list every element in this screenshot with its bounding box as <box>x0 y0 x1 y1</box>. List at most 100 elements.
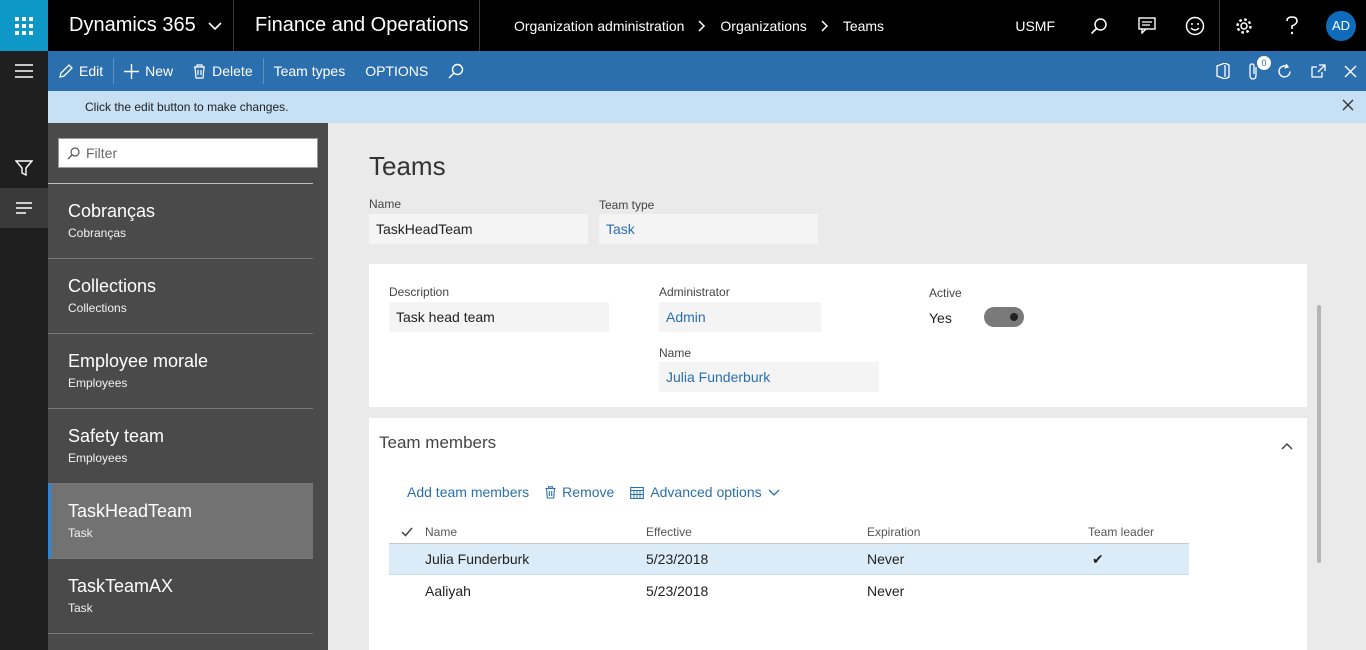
edit-label: Edit <box>79 63 104 79</box>
table-row[interactable]: Julia Funderburk 5/23/2018 Never ✔ <box>389 544 1189 575</box>
list-item-selected[interactable]: TaskHeadTeam Task <box>48 484 313 559</box>
cell-team-leader: ✔ <box>1092 550 1104 567</box>
select-all-checkbox[interactable] <box>389 527 425 537</box>
message-button[interactable] <box>1123 0 1171 51</box>
chevron-right-icon <box>821 19 829 32</box>
filter-input[interactable]: Filter <box>58 138 318 168</box>
remove-label: Remove <box>562 484 615 500</box>
list-item-title: Cobranças <box>68 201 156 221</box>
description-label: Description <box>389 285 450 299</box>
trash-icon <box>545 485 556 499</box>
dynamics-menu-button[interactable]: Dynamics 365 <box>48 0 234 51</box>
list-item-subtitle: Task <box>68 526 93 540</box>
cell-expiration: Never <box>867 551 905 567</box>
popout-icon <box>1311 64 1326 78</box>
office-button[interactable] <box>1207 51 1239 91</box>
list-item[interactable]: TaskTeamAX Task <box>48 559 313 634</box>
options-tab[interactable]: OPTIONS <box>355 51 438 91</box>
active-value: Yes <box>929 310 952 326</box>
list-item-subtitle: Collections <box>68 301 127 315</box>
close-icon <box>1344 65 1357 77</box>
open-new-window-button[interactable] <box>1302 51 1335 91</box>
remove-button[interactable]: Remove <box>545 484 614 500</box>
advanced-options-button[interactable]: Advanced options <box>630 484 780 500</box>
breadcrumb-item-org-admin[interactable]: Organization administration <box>514 18 684 34</box>
pencil-icon <box>59 63 73 78</box>
gear-icon <box>1236 17 1252 34</box>
top-nav-bar: Dynamics 365 Finance and Operations Orga… <box>0 0 1366 51</box>
delete-label: Delete <box>212 63 253 79</box>
administrator-name-label: Name <box>659 346 692 360</box>
app-launcher-button[interactable] <box>0 0 48 51</box>
breadcrumb-item-organizations[interactable]: Organizations <box>720 18 806 34</box>
settings-button[interactable] <box>1220 0 1268 51</box>
column-header-expiration[interactable]: Expiration <box>867 525 1088 539</box>
administrator-field[interactable]: Admin <box>659 302 821 332</box>
delete-button[interactable]: Delete <box>183 51 262 91</box>
column-header-team-leader[interactable]: Team leader <box>1088 525 1189 539</box>
team-type-field[interactable]: Task <box>599 214 818 244</box>
active-toggle[interactable] <box>984 307 1024 327</box>
list-item-subtitle: Cobranças <box>68 226 127 240</box>
list-item[interactable]: Safety team Employees <box>48 409 313 484</box>
breadcrumb: Organization administration Organization… <box>480 18 1015 34</box>
rail-spacer <box>0 91 48 148</box>
page-title: Teams <box>369 151 446 181</box>
list-icon <box>16 202 32 214</box>
edit-button[interactable]: Edit <box>48 51 113 91</box>
cell-effective: 5/23/2018 <box>646 582 709 599</box>
description-field[interactable]: Task head team <box>389 302 609 332</box>
dismiss-message-button[interactable] <box>1342 99 1354 114</box>
smiley-icon <box>1185 16 1205 35</box>
cell-effective: 5/23/2018 <box>646 551 709 567</box>
list-item-title: Collections <box>68 276 157 296</box>
close-form-button[interactable] <box>1335 51 1366 91</box>
brand-label: Dynamics 365 <box>69 14 196 36</box>
filter-pane-button[interactable] <box>0 148 48 188</box>
hamburger-menu-button[interactable] <box>0 51 48 91</box>
waffle-icon <box>15 16 33 35</box>
list-item[interactable]: Employee morale Employees <box>48 334 313 409</box>
collapse-section-button[interactable] <box>1281 437 1293 455</box>
new-button[interactable]: New <box>114 51 183 91</box>
company-picker[interactable]: USMF <box>1015 18 1055 34</box>
action-search-button[interactable] <box>438 51 474 91</box>
refresh-icon <box>1278 63 1291 78</box>
table-row[interactable]: Aaliyah 5/23/2018 Never <box>389 575 1189 606</box>
message-bar: Click the edit button to make changes. <box>48 91 1366 123</box>
add-team-members-button[interactable]: Add team members <box>407 484 529 500</box>
chevron-right-icon <box>698 19 706 32</box>
team-type-label: Team type <box>599 198 655 212</box>
question-icon <box>1286 15 1298 34</box>
add-team-members-label: Add team members <box>407 484 530 500</box>
team-types-button[interactable]: Team types <box>264 51 356 91</box>
list-pane-button[interactable] <box>0 188 48 228</box>
chevron-up-icon <box>1281 442 1293 450</box>
avatar[interactable]: AD <box>1326 10 1356 41</box>
help-button[interactable] <box>1268 0 1316 51</box>
administrator-name-field[interactable]: Julia Funderburk <box>659 362 879 392</box>
column-header-effective[interactable]: Effective <box>646 525 867 539</box>
new-label: New <box>145 63 174 79</box>
general-card: Description Task head team Administrator… <box>369 264 1307 407</box>
team-members-grid: Name Effective Expiration Team leader Ju… <box>389 520 1189 606</box>
cell-expiration: Never <box>867 582 905 599</box>
feedback-button[interactable] <box>1171 0 1219 51</box>
name-label: Name <box>369 197 402 211</box>
column-header-name[interactable]: Name <box>425 525 646 539</box>
scrollbar[interactable] <box>1317 305 1321 563</box>
list-item-subtitle: Employees <box>68 376 128 390</box>
name-field[interactable]: TaskHeadTeam <box>369 214 588 244</box>
filter-icon <box>15 160 33 176</box>
breadcrumb-item-teams[interactable]: Teams <box>843 18 884 34</box>
trash-icon <box>194 63 206 79</box>
list-panel: Filter Cobranças Cobranças Collections C… <box>48 123 328 650</box>
attachments-button[interactable]: 0 <box>1239 51 1271 91</box>
list-item[interactable]: Cobranças Cobranças <box>48 184 313 259</box>
checkmark-icon <box>401 527 413 537</box>
cell-name: Julia Funderburk <box>425 551 530 567</box>
search-button[interactable] <box>1075 0 1123 51</box>
refresh-button[interactable] <box>1267 51 1302 91</box>
list-item[interactable]: Collections Collections <box>48 259 313 334</box>
close-icon <box>1342 99 1354 111</box>
